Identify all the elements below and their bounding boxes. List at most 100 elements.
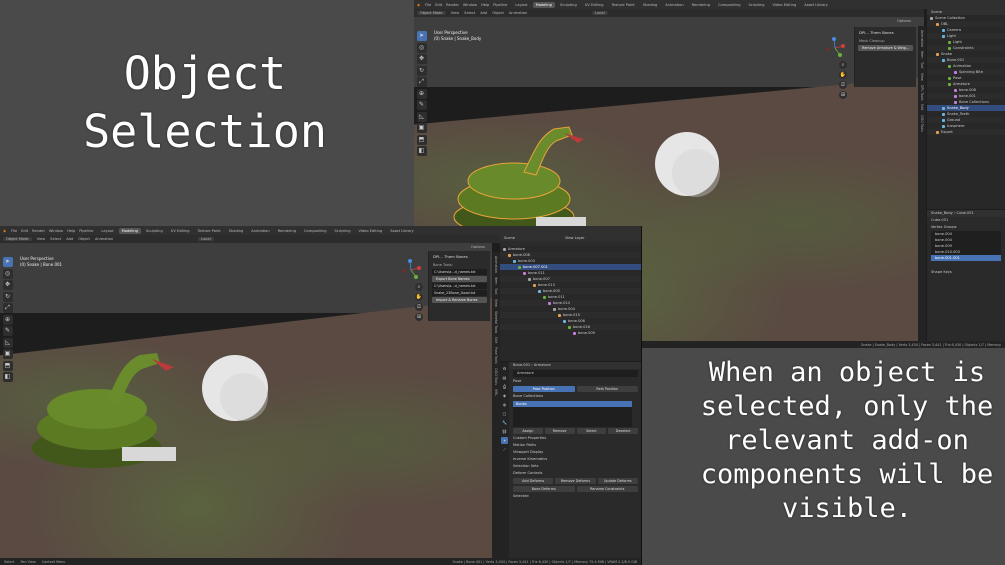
output-icon[interactable]: ⎙ <box>501 383 508 390</box>
custom-properties-header[interactable]: Custom Properties <box>509 435 641 442</box>
options-dropdown[interactable]: Options <box>897 19 911 23</box>
mesh-name-field[interactable]: Cube.051 <box>927 217 1005 224</box>
menu-pipeline[interactable]: Pipeline <box>79 229 93 233</box>
camera-view-icon[interactable]: ⎚ <box>839 81 847 89</box>
cursor-tool-icon[interactable]: ◎ <box>2 268 13 279</box>
outliner-row[interactable]: bone.009 <box>500 330 641 336</box>
world-icon[interactable]: ◍ <box>501 401 508 408</box>
menu-select[interactable]: Select <box>50 237 61 241</box>
pan-hand-icon[interactable]: ✋ <box>839 71 847 79</box>
remove-deforms-button[interactable]: Remove Deforms <box>555 478 596 484</box>
menu-animation[interactable]: Animation <box>509 11 527 15</box>
tab-video-editing[interactable]: Video Editing <box>770 2 800 8</box>
transform-dropdown[interactable]: Local <box>592 11 608 15</box>
viewport-display-header[interactable]: Viewport Display <box>509 449 641 456</box>
armature-data-icon[interactable]: ✦ <box>501 437 508 444</box>
tab-scripting[interactable]: Scripting <box>332 228 354 234</box>
scene-icon[interactable]: ◈ <box>501 392 508 399</box>
blender-logo-icon[interactable]: ◉ <box>417 3 420 7</box>
move-tool-icon[interactable]: ✥ <box>2 280 13 290</box>
constraint-icon[interactable]: ⛓ <box>501 428 508 435</box>
bone-icon[interactable]: ⟋ <box>501 446 508 453</box>
modifier-icon[interactable]: 🔧 <box>501 419 508 426</box>
tab-compositing[interactable]: Compositing <box>715 2 744 8</box>
bone-deforms-button[interactable]: Bone Deforms <box>513 486 575 492</box>
sidebar-tab-item[interactable]: Item <box>920 51 924 59</box>
annotate-tool-icon[interactable]: ✎ <box>2 326 13 336</box>
tab-scripting[interactable]: Scripting <box>746 2 768 8</box>
outliner-row[interactable]: Export <box>927 129 1005 135</box>
transform-dropdown[interactable]: Local <box>198 237 214 241</box>
update-deforms-button[interactable]: Update Deforms <box>597 478 638 484</box>
knife-tool-icon[interactable]: ◧ <box>2 372 13 382</box>
sidebar-tab-dpl-tools[interactable]: DPL Tools <box>920 85 924 101</box>
tab-layout[interactable]: Layout <box>98 228 116 234</box>
tab-rendering[interactable]: Rendering <box>689 2 713 8</box>
vertex-groups-header[interactable]: Vertex Groups <box>927 224 1005 231</box>
select-tool-icon[interactable]: ➤ <box>2 257 13 267</box>
deform-controls-header[interactable]: Deform Controls <box>509 470 641 477</box>
render-icon[interactable]: ▤ <box>501 374 508 381</box>
shape-keys-header[interactable]: Shape Keys <box>927 269 1005 276</box>
add-cube-tool-icon[interactable]: ▣ <box>2 349 13 359</box>
add-cube-tool-icon[interactable]: ▣ <box>416 123 427 133</box>
export-path-field[interactable]: C:\Users\a...d_names.txt <box>432 269 487 275</box>
tab-modeling[interactable]: Modeling <box>118 227 141 234</box>
sidebar-tab-skeletal-tools[interactable]: Skeletal Tools <box>494 311 498 333</box>
tab-compositing[interactable]: Compositing <box>301 228 330 234</box>
motion-paths-header[interactable]: Motion Paths <box>509 442 641 449</box>
deselect-button[interactable]: Deselect <box>608 428 638 434</box>
remove-button[interactable]: Remove <box>544 428 575 434</box>
menu-render[interactable]: Render <box>32 229 45 233</box>
sidebar-tab-ooo-tools[interactable]: OOO Tools <box>920 115 924 132</box>
axis-gizmo-icon[interactable] <box>400 259 422 281</box>
selection-sets-header[interactable]: Selection Sets <box>509 463 641 470</box>
menu-window[interactable]: Window <box>463 3 477 7</box>
annotate-tool-icon[interactable]: ✎ <box>416 100 427 110</box>
assign-button[interactable]: Assign <box>513 428 543 434</box>
sidebar-tab-edit[interactable]: Edit <box>920 104 924 110</box>
sidebar-tab-ooo-tools[interactable]: OOO Tools <box>494 368 498 385</box>
sidebar-tab-pose-tools[interactable]: Pose Tools <box>494 347 498 364</box>
menu-file[interactable]: File <box>11 229 17 233</box>
transform-tool-icon[interactable]: ⊕ <box>2 314 13 325</box>
file-name-field[interactable]: Snake_23Bone_Good.txt <box>432 290 487 296</box>
tab-layout[interactable]: Layout <box>512 2 530 8</box>
rotate-tool-icon[interactable]: ↻ <box>416 65 427 76</box>
sphere-model[interactable] <box>200 353 270 423</box>
pose-header[interactable]: Pose <box>509 378 641 385</box>
camera-view-icon[interactable]: ⎚ <box>415 303 423 311</box>
menu-view[interactable]: View <box>37 237 46 241</box>
options-dropdown[interactable]: Options <box>471 245 485 249</box>
sidebar-tab-tool[interactable]: Tool <box>920 62 924 68</box>
sidebar-tab-animation[interactable]: Animation <box>494 256 498 273</box>
mode-dropdown[interactable]: Object Mode <box>3 237 32 241</box>
selected-header[interactable]: Selected <box>509 493 641 500</box>
tool-settings-icon[interactable]: ⚙ <box>501 365 508 372</box>
import-path-field[interactable]: C:\Users\a...d_names.txt <box>432 283 487 289</box>
import-rename-bones-button[interactable]: Import & Rename Bones <box>432 297 487 303</box>
sphere-model[interactable] <box>652 129 722 199</box>
cursor-tool-icon[interactable]: ◎ <box>416 42 427 53</box>
tab-asset-library[interactable]: Asset Library <box>387 228 417 234</box>
sidebar-tab-animation[interactable]: Animation <box>920 30 924 47</box>
bones-collection-item[interactable]: Bones <box>513 401 632 407</box>
snake-model[interactable] <box>444 117 594 237</box>
tab-rendering[interactable]: Rendering <box>275 228 299 234</box>
menu-animation[interactable]: Animation <box>95 237 113 241</box>
menu-help[interactable]: Help <box>481 3 489 7</box>
export-bone-names-button[interactable]: Export Bone Names <box>432 276 487 282</box>
add-deforms-button[interactable]: Add Deforms <box>513 478 554 484</box>
menu-add[interactable]: Add <box>66 237 73 241</box>
tab-texture-paint[interactable]: Texture Paint <box>194 228 223 234</box>
menu-render[interactable]: Render <box>446 3 459 7</box>
ortho-grid-icon[interactable]: ⊞ <box>839 91 847 99</box>
sidebar-tab-item[interactable]: Item <box>494 277 498 285</box>
select-tool-icon[interactable]: ➤ <box>416 31 427 41</box>
scale-tool-icon[interactable]: ⤢ <box>416 77 427 87</box>
menu-edit[interactable]: Edit <box>21 229 28 233</box>
tab-sculpting[interactable]: Sculpting <box>557 2 580 8</box>
menu-add[interactable]: Add <box>480 11 487 15</box>
tab-animation[interactable]: Animation <box>248 228 272 234</box>
tab-uv-editing[interactable]: UV Editing <box>168 228 193 234</box>
